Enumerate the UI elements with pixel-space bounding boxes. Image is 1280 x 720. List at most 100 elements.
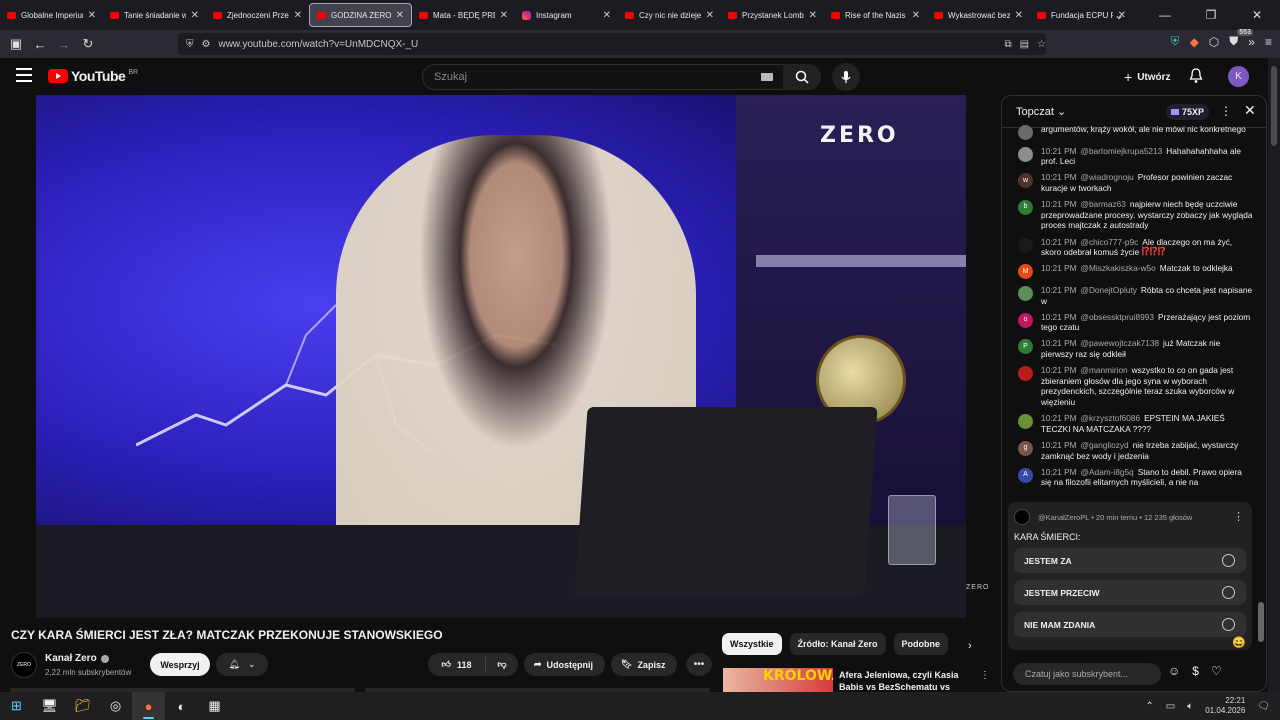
chat-author-avatar[interactable]: M <box>1018 264 1033 280</box>
browser-tab[interactable]: Przystanek Lomba ✕ <box>721 0 824 30</box>
chat-author[interactable]: @barmaz63 <box>1081 199 1126 209</box>
chat-author[interactable]: @Adam-i8g5q <box>1081 467 1134 477</box>
tab-close-icon[interactable]: ✕ <box>603 10 611 21</box>
search-input[interactable]: Szukaj <box>422 64 784 90</box>
heart-icon[interactable]: ♡ <box>1211 664 1222 678</box>
search-button[interactable] <box>783 64 821 90</box>
chips-next-icon[interactable]: › <box>968 640 972 652</box>
radio-icon[interactable] <box>1222 554 1235 567</box>
forward-button[interactable]: → <box>52 37 76 52</box>
chat-message[interactable]: 10:21 PM @krzysztof6086 EPSTEIN MA JAKIEŚ … <box>1002 413 1266 434</box>
close-chat-icon[interactable]: ✕ <box>1244 102 1256 119</box>
account-avatar[interactable]: K <box>1228 66 1249 87</box>
save-button[interactable]: 🔖︎ Zapisz <box>611 653 677 676</box>
chat-author[interactable]: @wiadrognoju <box>1081 172 1134 182</box>
chat-author-avatar[interactable] <box>1018 125 1033 140</box>
browser-tab[interactable]: Tanie śniadanie w ✕ <box>103 0 206 30</box>
chat-author[interactable]: @pawewojtczak7138 <box>1081 338 1160 348</box>
url-text[interactable]: www.youtube.com/watch?v=UnMDCNQX-_U <box>218 39 996 50</box>
chat-author[interactable]: @Miszkakiszka-w5o <box>1081 263 1156 273</box>
hamburger-menu-icon[interactable] <box>16 68 32 82</box>
app-icon[interactable]: ◐ <box>165 692 198 720</box>
chip-related[interactable]: Podobne <box>893 633 949 655</box>
tab-close-icon[interactable]: ✕ <box>88 10 96 21</box>
browser-tab[interactable]: Wykastrować bez ✕ <box>927 0 1030 30</box>
emoji-icon[interactable]: ☺ <box>1168 664 1180 678</box>
chat-options-icon[interactable]: ⋮ <box>1220 104 1232 118</box>
dislike-button[interactable]: 👎︎ <box>486 659 518 670</box>
radio-icon[interactable] <box>1222 618 1235 631</box>
tab-close-icon[interactable]: ✕ <box>294 10 302 21</box>
calculator-icon[interactable]: ▦ <box>198 692 231 720</box>
more-actions-button[interactable]: ••• <box>686 653 712 676</box>
chat-message[interactable]: 10:21 PM @bartomiejkrupa5213 Hahahahahhaha… <box>1002 146 1266 167</box>
restore-button[interactable]: ❐ <box>1188 8 1234 22</box>
poll-option-no-opinion[interactable]: NIE MAM ZDANIA <box>1014 612 1246 637</box>
chat-message[interactable]: M 10:21 PM @Miszkakiszka-w5o Matczak to odk… <box>1002 263 1266 280</box>
chat-author-avatar[interactable] <box>1018 146 1033 162</box>
page-scrollbar[interactable] <box>1268 58 1280 692</box>
tab-close-icon[interactable]: ✕ <box>500 10 508 21</box>
browser-tab[interactable]: Mata - BĘDĘ PREZ ✕ <box>412 0 515 30</box>
chat-message[interactable]: g 10:21 PM @gangliozyd nie trzeba zabijać, … <box>1002 440 1266 461</box>
browser-tab[interactable]: Czy nic nie dzieje ✕ <box>618 0 721 30</box>
chat-author[interactable]: @gangliozyd <box>1081 440 1129 450</box>
channel-name[interactable]: Kanał Zero <box>45 653 97 664</box>
super-chat-icon[interactable]: $ <box>1192 664 1199 678</box>
chat-author-avatar[interactable]: P <box>1018 339 1033 355</box>
reload-button[interactable]: ↻ <box>76 36 100 52</box>
folder-icon[interactable]: 📁︎ <box>66 692 99 720</box>
chat-message[interactable]: P 10:21 PM @pawewojtczak7138 już Matczak ni… <box>1002 338 1266 359</box>
minimize-button[interactable]: — <box>1142 8 1188 22</box>
tab-close-icon[interactable]: ✕ <box>1015 10 1023 21</box>
like-button[interactable]: 👍︎ 118 <box>428 657 486 672</box>
sidebar-toggle-icon[interactable]: ▣ <box>4 36 28 52</box>
chat-message[interactable]: 10:21 PM @DonejtOpluty Róbta co chceta jes… <box>1002 285 1266 306</box>
youtube-logo[interactable]: YouTube BR <box>48 68 138 84</box>
clock[interactable]: 22:21 01.04.2026 <box>1205 696 1245 716</box>
chat-message[interactable]: 10:21 PM @chico777-p9c Ale dlaczego on ma … <box>1002 237 1266 258</box>
chat-author-avatar[interactable]: w <box>1018 173 1033 189</box>
chat-author[interactable]: @chico777-p9c <box>1081 237 1139 247</box>
xp-badge[interactable]: 75XP <box>1166 104 1210 120</box>
ublock-icon[interactable]: ⛊ 553 <box>1229 29 1253 49</box>
chat-author[interactable]: @DonejtOpluty <box>1081 285 1137 295</box>
chat-author-avatar[interactable] <box>1018 237 1033 253</box>
tab-close-icon[interactable]: ✕ <box>191 10 199 21</box>
network-icon[interactable]: ▭ <box>1166 701 1175 712</box>
chip-all[interactable]: Wszystkie <box>722 633 782 655</box>
address-bar[interactable]: ⛨ ⚙ www.youtube.com/watch?v=UnMDCNQX-_U … <box>178 33 1046 55</box>
chat-author-avatar[interactable] <box>1018 366 1033 382</box>
chat-mode-dropdown[interactable]: Topczat ⌄ <box>1016 105 1066 118</box>
chat-message[interactable]: 10:21 PM @manmirion wszystko to co on gada… <box>1002 365 1266 407</box>
volume-icon[interactable]: 🔈︎ <box>1187 701 1193 712</box>
back-button[interactable]: ← <box>28 37 52 52</box>
chat-author[interactable]: @krzysztof6086 <box>1081 413 1141 423</box>
subscription-bell-button[interactable]: 🔔︎ ⌄ <box>216 653 268 676</box>
create-button[interactable]: + Utwórz <box>1114 64 1181 90</box>
chat-message[interactable]: w 10:21 PM @wiadrognoju Profesor powinien z… <box>1002 172 1266 193</box>
chat-author-avatar[interactable]: o <box>1018 312 1033 328</box>
chat-message[interactable]: argumentów, krąży wokół, ale nie mówi ni… <box>1002 124 1266 140</box>
tab-list-chevron-icon[interactable]: ⌄ <box>1096 8 1142 22</box>
tray-chevron-icon[interactable]: ⌃ <box>1145 701 1153 712</box>
chip-source[interactable]: Źródło: Kanał Zero <box>789 633 886 655</box>
close-window-button[interactable]: ✕ <box>1234 8 1280 22</box>
poll-option-against[interactable]: JESTEM PRZECIW <box>1014 580 1246 605</box>
browser-tab[interactable]: Instagram ✕ <box>515 0 618 30</box>
chat-author-avatar[interactable] <box>1018 414 1033 430</box>
vpn-extension-icon[interactable]: ⛨ <box>1171 34 1180 49</box>
chat-author[interactable]: @bartomiejkrupa5213 <box>1081 146 1163 156</box>
pip-icon[interactable]: ⧉ <box>1004 39 1011 50</box>
support-button[interactable]: Wesprzyj <box>150 653 210 676</box>
chat-author-avatar[interactable]: A <box>1018 467 1033 483</box>
poll-menu-icon[interactable]: ⋮ <box>1233 510 1244 523</box>
browser-tab[interactable]: Globalne Imperium ✕ <box>0 0 103 30</box>
chat-input[interactable]: Czatuj jako subskrybent... <box>1013 663 1161 685</box>
channel-avatar[interactable]: ZERO <box>11 652 37 678</box>
keyboard-icon[interactable] <box>761 73 773 81</box>
chat-author-avatar[interactable]: b <box>1018 200 1033 216</box>
tab-close-icon[interactable]: ✕ <box>396 10 404 21</box>
firefox-icon[interactable]: ● <box>132 692 165 720</box>
recommendation-thumbnail[interactable]: KRÓLOWA <box>723 668 833 692</box>
